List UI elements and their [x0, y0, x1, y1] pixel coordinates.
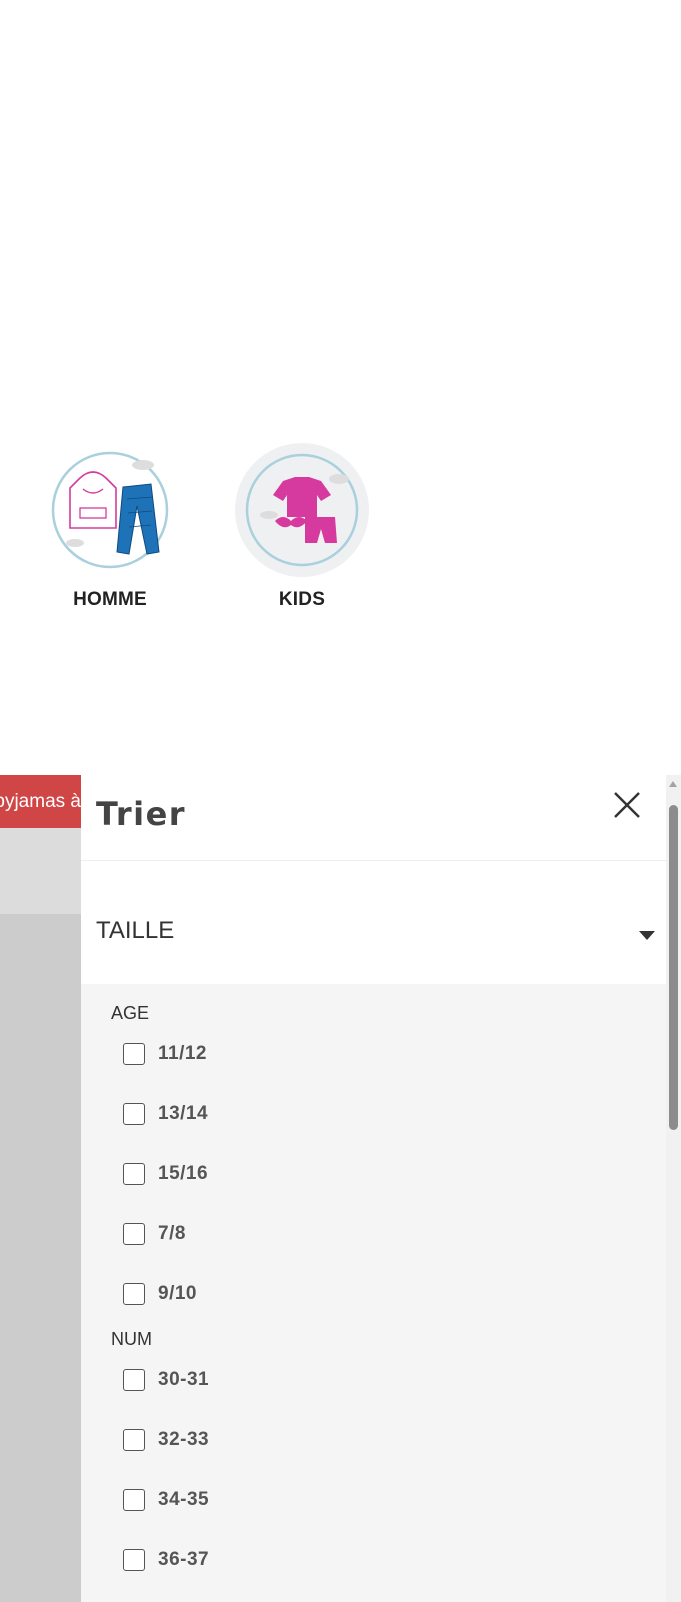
group-label-age: AGE: [111, 1003, 150, 1023]
group-label-num: NUM: [111, 1329, 152, 1349]
checkbox[interactable]: [123, 1283, 145, 1305]
overlay-backdrop[interactable]: [0, 914, 81, 1602]
option-label: 30-31: [158, 1369, 210, 1390]
option-30-31[interactable]: 30-31: [123, 1367, 209, 1393]
option-label: 15/16: [158, 1163, 209, 1184]
kids-pajama-icon: [245, 453, 359, 567]
option-label: 7/8: [158, 1223, 186, 1244]
option-9-10[interactable]: 9/10: [123, 1281, 197, 1307]
checkbox[interactable]: [123, 1223, 145, 1245]
close-icon: [614, 792, 640, 818]
promo-banner[interactable]: pyjamas à: [0, 775, 81, 828]
option-label: 34-35: [158, 1489, 210, 1510]
men-pajama-icon: [51, 451, 169, 569]
panel-scrollbar[interactable]: [666, 775, 681, 1602]
option-label: 36-37: [158, 1549, 210, 1570]
category-label: HOMME: [73, 589, 147, 610]
homme-image[interactable]: [43, 443, 177, 577]
checkbox[interactable]: [123, 1549, 145, 1571]
sort-filter-panel: Trier TAILLE AGE 11/12 13/14 15/16 7/8 9…: [81, 775, 666, 1602]
checkbox[interactable]: [123, 1103, 145, 1125]
option-label: 32-33: [158, 1429, 210, 1450]
category-homme[interactable]: HOMME: [40, 443, 180, 611]
checkbox[interactable]: [123, 1163, 145, 1185]
scroll-up-arrow-icon[interactable]: [669, 781, 677, 787]
option-36-37[interactable]: 36-37: [123, 1547, 209, 1573]
option-label: 13/14: [158, 1103, 209, 1124]
caret-down-icon: [639, 931, 655, 940]
kids-image[interactable]: [235, 443, 369, 577]
option-32-33[interactable]: 32-33: [123, 1427, 209, 1453]
close-button[interactable]: [612, 790, 642, 820]
checkbox[interactable]: [123, 1043, 145, 1065]
section-taille-toggle[interactable]: TAILLE: [81, 861, 666, 984]
panel-title: Trier: [96, 795, 187, 833]
promo-text: pyjamas à: [0, 791, 81, 812]
option-13-14[interactable]: 13/14: [123, 1101, 208, 1127]
checkbox[interactable]: [123, 1489, 145, 1511]
option-7-8[interactable]: 7/8: [123, 1221, 186, 1247]
filter-options: AGE 11/12 13/14 15/16 7/8 9/10 NUM 30-31: [81, 984, 666, 1602]
scroll-thumb[interactable]: [669, 805, 678, 1130]
backdrop-strip: [0, 828, 81, 914]
option-34-35[interactable]: 34-35: [123, 1487, 209, 1513]
category-kids[interactable]: KIDS: [232, 443, 372, 611]
panel-header: Trier: [81, 775, 666, 861]
option-11-12[interactable]: 11/12: [123, 1041, 207, 1067]
checkbox[interactable]: [123, 1429, 145, 1451]
checkbox[interactable]: [123, 1369, 145, 1391]
section-title: TAILLE: [96, 917, 175, 944]
option-15-16[interactable]: 15/16: [123, 1161, 208, 1187]
category-label: KIDS: [278, 589, 326, 610]
option-label: 9/10: [158, 1283, 197, 1304]
option-label: 11/12: [158, 1043, 207, 1064]
